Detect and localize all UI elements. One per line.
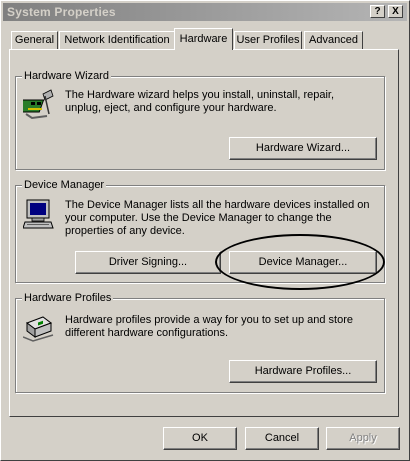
hardware-wizard-description: The Hardware wizard helps you install, u… — [65, 89, 335, 114]
hardware-wizard-group: Hardware Wizard The Hardware wizard help… — [15, 70, 385, 170]
hardware-wizard-icon — [23, 89, 54, 120]
cancel-button[interactable]: Cancel — [245, 427, 319, 450]
title-bar[interactable]: System Properties ? X — [3, 3, 407, 21]
tab-general[interactable]: General — [11, 31, 58, 49]
apply-button: Apply — [326, 427, 400, 450]
close-button[interactable]: X — [388, 5, 403, 18]
device-manager-button[interactable]: Device Manager... — [229, 251, 377, 274]
device-manager-group: Device Manager The Device Manager lists … — [15, 179, 385, 283]
device-manager-group-label: Device Manager — [22, 179, 107, 191]
tab-advanced[interactable]: Advanced — [304, 31, 363, 49]
hardware-profiles-icon — [23, 316, 54, 342]
tab-user-profiles[interactable]: User Profiles — [234, 31, 302, 49]
help-button[interactable]: ? — [370, 5, 385, 18]
tab-network-identification[interactable]: Network Identification — [59, 31, 175, 49]
hardware-profiles-group: Hardware Profiles Hardware profiles prov… — [15, 292, 385, 393]
device-manager-description: The Device Manager lists all the hardwar… — [65, 199, 370, 237]
hardware-wizard-group-label: Hardware Wizard — [22, 70, 111, 82]
hardware-profiles-group-label: Hardware Profiles — [22, 292, 114, 304]
ok-button[interactable]: OK — [163, 427, 237, 450]
hardware-wizard-button[interactable]: Hardware Wizard... — [229, 137, 377, 160]
driver-signing-button[interactable]: Driver Signing... — [75, 251, 221, 274]
hardware-profiles-button[interactable]: Hardware Profiles... — [229, 360, 377, 383]
tab-hardware[interactable]: Hardware — [174, 28, 233, 50]
hardware-profiles-description: Hardware profiles provide a way for you … — [65, 314, 353, 339]
window-title: System Properties — [7, 5, 116, 19]
device-manager-icon — [23, 199, 54, 229]
